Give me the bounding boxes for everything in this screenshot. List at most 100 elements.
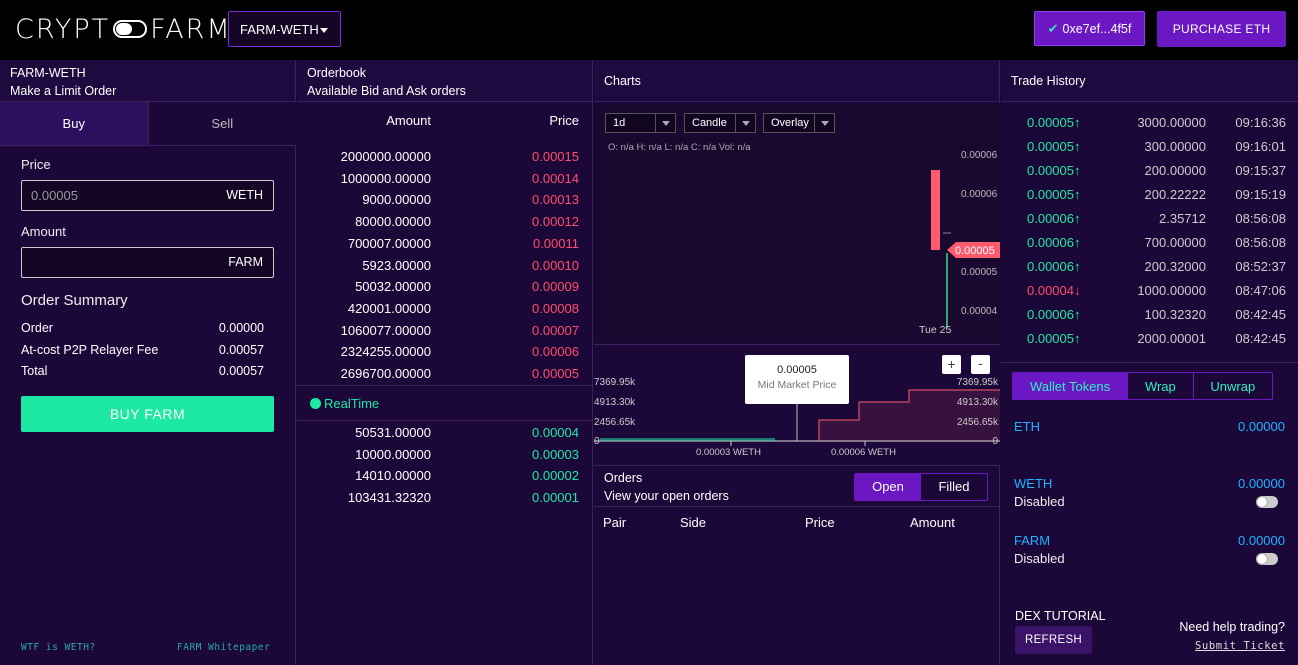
order-row[interactable]: 9000.00000 0.00013 xyxy=(297,189,593,210)
trade-time: 08:42:45 xyxy=(1235,307,1286,322)
order-row[interactable]: 103431.32320 0.00001 xyxy=(297,487,593,508)
tab-sell[interactable]: Sell xyxy=(148,102,296,145)
wallet-address: 0xe7ef...4f5f xyxy=(1062,21,1132,36)
charts-header: Charts xyxy=(594,60,999,102)
trade-price: 0.00006↑ xyxy=(1027,307,1081,322)
price-input[interactable] xyxy=(22,181,212,210)
crypto-farm-logo[interactable]: CRYPT FARM xyxy=(15,13,232,45)
mid-price-tooltip: 0.00005 Mid Market Price xyxy=(745,355,849,404)
tab-wrap[interactable]: Wrap xyxy=(1128,373,1194,399)
trade-price: 0.00005↑ xyxy=(1027,115,1081,130)
column-amount: Amount xyxy=(910,515,955,530)
trade-row: 0.00006↑ 200.32000 08:52:37 xyxy=(1001,254,1298,278)
tab-open[interactable]: Open xyxy=(855,474,921,500)
order-row[interactable]: 80000.00000 0.00012 xyxy=(297,211,593,232)
summary-row-total: Total 0.00057 xyxy=(21,364,264,378)
trade-time: 08:42:45 xyxy=(1235,331,1286,346)
token-status-weth: Disabled xyxy=(1014,494,1065,509)
trade-amount: 2000.00001 xyxy=(1137,331,1206,346)
trade-price-value: 0.00006 xyxy=(1027,259,1074,274)
token-status-farm: Disabled xyxy=(1014,551,1065,566)
order-price: 0.00001 xyxy=(532,490,579,506)
limit-order-header: FARM-WETH Make a Limit Order xyxy=(0,60,295,102)
order-amount: 10000.00000 xyxy=(355,446,431,462)
arrow-up-icon: ↑ xyxy=(1074,235,1081,250)
buy-sell-tabs: Buy Sell xyxy=(0,102,296,146)
order-row[interactable]: 1060077.00000 0.00007 xyxy=(297,320,593,341)
trade-time: 08:56:08 xyxy=(1235,235,1286,250)
order-amount: 1060077.00000 xyxy=(340,322,431,338)
date-label: Tue 25 xyxy=(919,324,951,336)
zoom-out-button[interactable]: - xyxy=(971,355,990,374)
depth-tick-left: 7369.95k xyxy=(594,377,636,388)
price-chart[interactable]: 1d Candle Overlay O: n/a H: n/a L: n/a C… xyxy=(594,103,1000,343)
order-price: 0.00014 xyxy=(532,170,579,186)
order-price: 0.00011 xyxy=(532,235,579,251)
mid-price-value: 0.00005 xyxy=(777,364,817,376)
tab-unwrap[interactable]: Unwrap xyxy=(1194,373,1272,399)
order-row[interactable]: 14010.00000 0.00002 xyxy=(297,465,593,486)
tab-wallet-tokens[interactable]: Wallet Tokens xyxy=(1013,373,1129,399)
wtf-is-weth-link[interactable]: WTF is WETH? xyxy=(21,642,96,653)
trade-price: 0.00005↑ xyxy=(1027,331,1081,346)
buy-farm-button[interactable]: BUY FARM xyxy=(21,396,274,432)
trade-row: 0.00006↑ 700.00000 08:56:08 xyxy=(1001,230,1298,254)
wallet-address-button[interactable]: ✔ 0xe7ef...4f5f xyxy=(1034,11,1145,46)
order-amount: 50032.00000 xyxy=(355,279,431,295)
order-row[interactable]: 50032.00000 0.00009 xyxy=(297,276,593,297)
weth-enable-toggle[interactable] xyxy=(1256,496,1278,508)
summary-label: At-cost P2P Relayer Fee xyxy=(21,343,159,357)
order-price: 0.00012 xyxy=(532,214,579,230)
order-row[interactable]: 10000.00000 0.00003 xyxy=(297,444,593,465)
trade-row: 0.00005↑ 300.00000 09:16:01 xyxy=(1001,134,1298,158)
order-row[interactable]: 1000000.00000 0.00014 xyxy=(297,168,593,189)
order-row[interactable]: 700007.00000 0.00011 xyxy=(297,233,593,254)
summary-label: Order xyxy=(21,321,53,335)
trade-row: 0.00005↑ 3000.00000 09:16:36 xyxy=(1001,110,1298,134)
summary-value: 0.00057 xyxy=(218,364,264,378)
order-amount: 9000.00000 xyxy=(362,192,431,208)
trade-time: 09:15:37 xyxy=(1235,163,1286,178)
depth-tick-left: 4913.30k xyxy=(594,397,636,408)
order-row[interactable]: 5923.00000 0.00010 xyxy=(297,255,593,276)
trade-amount: 200.00000 xyxy=(1144,163,1206,178)
order-row[interactable]: 2324255.00000 0.00006 xyxy=(297,341,593,362)
order-amount: 80000.00000 xyxy=(355,214,431,230)
farm-whitepaper-link[interactable]: FARM Whitepaper xyxy=(177,642,270,653)
realtime-indicator: RealTime xyxy=(297,385,593,421)
depth-chart[interactable]: 7369.95k 4913.30k 2456.65k 0 7369.95k 49… xyxy=(594,344,1000,465)
tab-filled[interactable]: Filled xyxy=(921,474,987,500)
zoom-in-button[interactable]: + xyxy=(942,355,961,374)
column-amount: Amount xyxy=(386,113,431,128)
submit-ticket-link[interactable]: Submit Ticket xyxy=(1195,640,1285,652)
purchase-eth-button[interactable]: PURCHASE ETH xyxy=(1157,11,1286,47)
realtime-label: RealTime xyxy=(324,395,380,411)
column-price: Price xyxy=(805,515,835,530)
market-selector[interactable]: FARM-WETH xyxy=(228,11,341,47)
logo-text-left: CRYPT xyxy=(15,13,111,45)
depth-tick-right: 7369.95k xyxy=(957,377,999,388)
order-row[interactable]: 2000000.00000 0.00015 xyxy=(297,146,593,167)
order-amount: 2000000.00000 xyxy=(340,149,431,164)
trade-price-value: 0.00005 xyxy=(1027,115,1074,130)
trade-price-value: 0.00004 xyxy=(1027,283,1074,298)
order-row[interactable]: 2696700.00000 0.00005 xyxy=(297,363,593,384)
tab-buy[interactable]: Buy xyxy=(0,102,149,145)
trade-price: 0.00005↑ xyxy=(1027,139,1081,154)
order-row[interactable]: 50531.00000 0.00004 xyxy=(297,422,593,443)
limit-order-market: FARM-WETH xyxy=(10,66,86,80)
refresh-button[interactable]: REFRESH xyxy=(1015,626,1092,654)
help-text: Need help trading? xyxy=(1179,620,1285,634)
order-amount: 5923.00000 xyxy=(362,257,431,273)
amount-input[interactable] xyxy=(22,248,212,277)
bid-depth-area xyxy=(600,438,775,441)
trade-amount: 700.00000 xyxy=(1144,235,1206,250)
farm-enable-toggle[interactable] xyxy=(1256,553,1278,565)
trade-amount: 300.00000 xyxy=(1144,139,1206,154)
order-price: 0.00007 xyxy=(532,322,579,338)
amount-label: Amount xyxy=(21,224,66,239)
order-row[interactable]: 420001.00000 0.00008 xyxy=(297,298,593,319)
price-tick: 0.00005 xyxy=(961,267,998,278)
order-price: 0.00002 xyxy=(532,468,579,484)
trade-price: 0.00006↑ xyxy=(1027,235,1081,250)
